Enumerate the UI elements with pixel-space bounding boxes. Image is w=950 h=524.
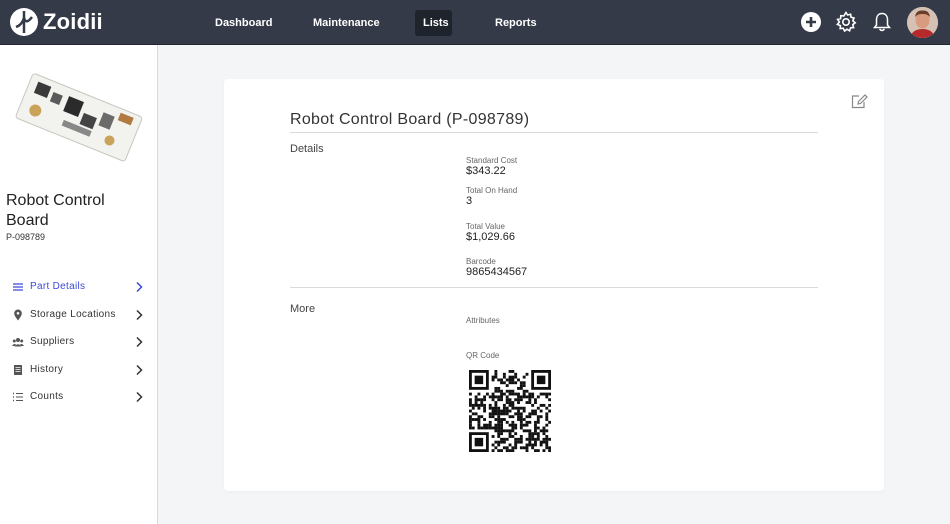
barcode-label: Barcode	[466, 257, 496, 266]
sidebar-item-storage-locations[interactable]: Storage Locations	[0, 304, 157, 324]
attributes-label: Attributes	[466, 316, 500, 325]
sidebar-item-label: Part Details	[30, 280, 86, 292]
users-icon	[12, 335, 24, 347]
part-name: Robot Control Board	[6, 192, 105, 229]
part-image	[6, 67, 151, 167]
book-icon	[12, 363, 24, 375]
list-ordered-icon	[12, 390, 24, 402]
nav-maintenance[interactable]: Maintenance	[305, 10, 388, 36]
zoidii-logo-icon	[10, 8, 38, 36]
section-divider	[290, 287, 818, 288]
qr-code-label: QR Code	[466, 351, 500, 360]
sidebar: Robot Control Board P-098789 Part Detail…	[0, 45, 158, 524]
sidebar-item-label: Suppliers	[30, 335, 75, 347]
plus-circle-icon[interactable]	[800, 11, 822, 33]
top-navigation-bar: Zoidii Dashboard Maintenance Lists Repor…	[0, 0, 950, 45]
total-value-label: Total Value	[466, 222, 505, 231]
part-details-card: Robot Control Board (P-098789) Details S…	[224, 79, 884, 491]
part-number: P-098789	[6, 232, 46, 242]
sidebar-item-suppliers[interactable]: Suppliers	[0, 331, 157, 351]
sidebar-item-label: History	[30, 363, 64, 375]
app-name: Zoidii	[43, 9, 103, 34]
user-avatar[interactable]	[907, 7, 938, 38]
chevron-right-icon	[134, 363, 144, 376]
edit-icon[interactable]	[851, 94, 868, 109]
chevron-right-icon	[134, 308, 144, 321]
list-icon	[12, 280, 24, 292]
nav-reports[interactable]: Reports	[487, 10, 545, 36]
sidebar-item-label: Counts	[30, 390, 64, 402]
sidebar-item-label: Storage Locations	[30, 308, 116, 320]
total-on-hand-label: Total On Hand	[466, 186, 518, 195]
sidebar-item-counts[interactable]: Counts	[0, 386, 157, 406]
nav-dashboard[interactable]: Dashboard	[207, 10, 280, 36]
chevron-right-icon	[134, 390, 144, 403]
total-value-value: $1,029.66	[466, 231, 515, 243]
standard-cost-value: $343.22	[466, 165, 506, 177]
chevron-right-icon	[134, 280, 144, 293]
sidebar-item-part-details[interactable]: Part Details	[0, 276, 157, 296]
total-on-hand-value: 3	[466, 195, 473, 207]
title-divider	[290, 132, 818, 133]
app-logo[interactable]: Zoidii	[10, 8, 103, 36]
qr-code-image	[469, 370, 552, 453]
standard-cost-label: Standard Cost	[466, 156, 518, 165]
card-title: Robot Control Board (P-098789)	[290, 111, 530, 128]
chevron-right-icon	[134, 335, 144, 348]
nav-lists[interactable]: Lists	[415, 10, 452, 36]
sidebar-item-history[interactable]: History	[0, 359, 157, 379]
bell-icon[interactable]	[871, 11, 893, 33]
map-pin-icon	[12, 308, 24, 321]
barcode-value: 9865434567	[466, 266, 528, 278]
more-section-label: More	[290, 303, 316, 315]
gear-icon[interactable]	[835, 11, 857, 33]
details-section-label: Details	[290, 143, 324, 155]
